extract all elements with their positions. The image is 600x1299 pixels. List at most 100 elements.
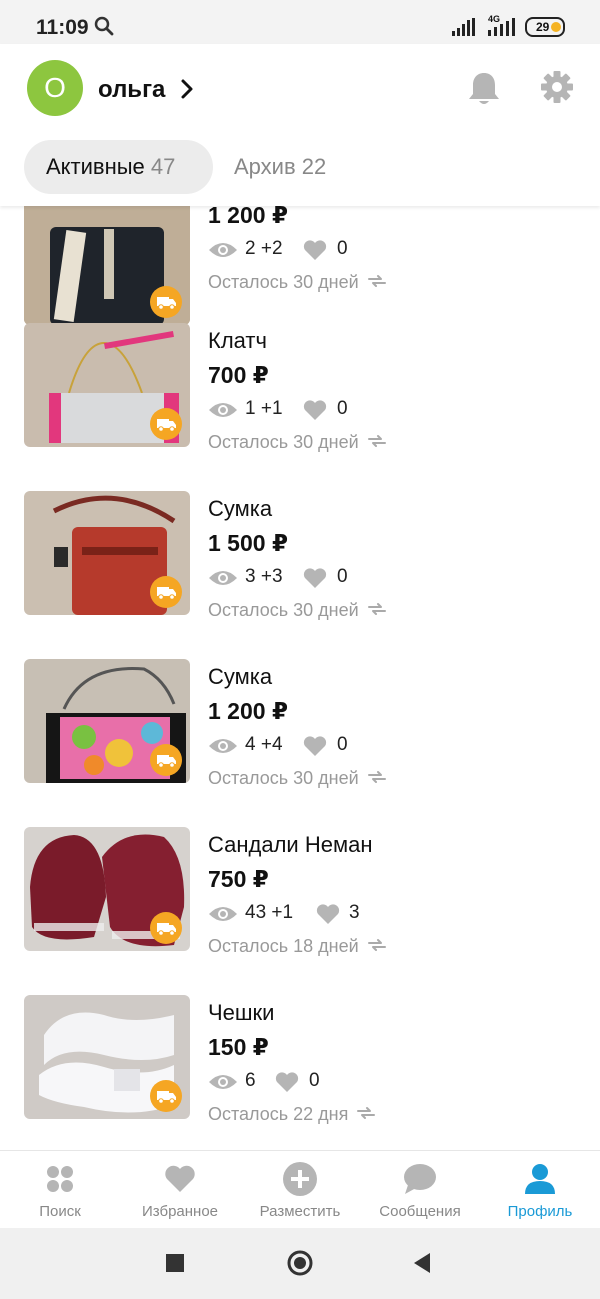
listing-expiry: Осталось 30 дней — [208, 272, 387, 293]
heart-icon — [303, 568, 327, 588]
delivery-icon — [150, 1080, 182, 1112]
views-count: 3 +3 — [245, 566, 283, 587]
avatar[interactable]: О — [27, 60, 83, 116]
listing-price: 700 ₽ — [208, 362, 269, 388]
list-item[interactable]: Сумка 1 200 ₽ 4 +4 0 Осталось 30 дней — [0, 652, 600, 820]
eye-icon — [209, 739, 237, 753]
heart-icon — [303, 400, 327, 420]
nav-profile-label: Профиль — [507, 1203, 573, 1220]
likes-count: 0 — [337, 238, 348, 259]
nav-messages[interactable]: Сообщения — [360, 1151, 480, 1229]
nav-favorites-label: Избранное — [141, 1203, 219, 1220]
heart-icon — [275, 1072, 299, 1092]
expiry-text: Осталось 30 дней — [208, 768, 359, 788]
heart-icon — [303, 736, 327, 756]
expiry-text: Осталось 22 дня — [208, 1104, 349, 1124]
renew-icon[interactable] — [367, 601, 387, 617]
tab-active-count: 47 — [150, 154, 176, 179]
heart-icon — [316, 904, 340, 924]
listing-title: Сумка — [208, 664, 273, 689]
renew-icon[interactable] — [367, 769, 387, 785]
plus-circle-icon — [283, 1162, 317, 1196]
gear-icon[interactable] — [540, 70, 574, 104]
status-bar: 11:09 4G 29 — [0, 0, 600, 44]
listing-title: Чешки — [208, 1000, 275, 1025]
listing-price: 1 500 ₽ — [208, 530, 288, 556]
expiry-text: Осталось 30 дней — [208, 432, 359, 452]
renew-icon[interactable] — [356, 1105, 376, 1121]
listing-expiry: Осталось 18 дней — [208, 936, 387, 957]
user-name[interactable]: ольга — [98, 76, 165, 104]
listing-price: 1 200 ₽ — [208, 206, 288, 228]
listing-expiry: Осталось 22 дня — [208, 1104, 376, 1125]
list-item[interactable]: Чешки 150 ₽ 6 0 Осталось 22 дня — [0, 988, 600, 1150]
likes-count: 3 — [349, 902, 360, 923]
nav-search-label: Поиск — [39, 1203, 81, 1220]
views-count: 43 +1 — [245, 902, 294, 923]
recents-icon[interactable] — [162, 1250, 188, 1276]
listing-expiry: Осталось 30 дней — [208, 432, 387, 453]
likes-count: 0 — [337, 566, 348, 587]
listing-expiry: Осталось 30 дней — [208, 768, 387, 789]
likes-count: 0 — [337, 398, 348, 419]
listing-expiry: Осталось 30 дней — [208, 600, 387, 621]
listing-price: 1 200 ₽ — [208, 698, 288, 724]
heart-icon — [303, 240, 327, 260]
tab-archive-label: Архив — [234, 154, 296, 179]
tab-archive[interactable]: Архив 22 — [234, 140, 326, 194]
tab-archive-count: 22 — [301, 154, 327, 179]
eye-icon — [209, 1075, 237, 1089]
bottom-navigation: Поиск Избранное Разместить Сообщения Про… — [0, 1150, 600, 1228]
views-count: 6 — [245, 1070, 256, 1091]
home-icon[interactable] — [287, 1250, 313, 1276]
signal-4g-icon — [488, 18, 515, 36]
views-count: 4 +4 — [245, 734, 283, 755]
search-dots-icon — [47, 1166, 73, 1192]
profile-header: О ольга Активные 47 Архив 22 — [0, 44, 600, 206]
status-time: 11:09 — [36, 16, 89, 39]
signal-icon — [452, 18, 475, 36]
delivery-icon — [150, 744, 182, 776]
nav-profile[interactable]: Профиль — [480, 1151, 600, 1229]
battery-level: 29 — [536, 20, 550, 34]
expiry-text: Осталось 30 дней — [208, 272, 359, 292]
battery-indicator: 29 — [525, 17, 565, 37]
eye-icon — [209, 243, 237, 257]
nav-search[interactable]: Поиск — [0, 1151, 120, 1229]
listing-price: 150 ₽ — [208, 1034, 269, 1060]
listing-title: Клатч — [208, 328, 267, 353]
list-item[interactable]: Клатч 700 ₽ 1 +1 0 Осталось 30 дней — [0, 316, 600, 484]
battery-saver-dot — [551, 22, 561, 32]
expiry-text: Осталось 18 дней — [208, 936, 359, 956]
back-icon[interactable] — [410, 1250, 436, 1276]
tab-active-label: Активные — [46, 154, 145, 179]
views-count: 2 +2 — [245, 238, 283, 259]
delivery-icon — [150, 576, 182, 608]
tab-active[interactable]: Активные 47 — [24, 140, 213, 194]
delivery-icon — [150, 286, 182, 318]
listing-title: Сумка — [208, 496, 273, 521]
nav-post-label: Разместить — [259, 1203, 341, 1220]
renew-icon[interactable] — [367, 433, 387, 449]
nav-post[interactable]: Разместить — [240, 1151, 360, 1229]
eye-icon — [209, 907, 237, 921]
renew-icon[interactable] — [367, 937, 387, 953]
nav-favorites[interactable]: Избранное — [120, 1151, 240, 1229]
expiry-text: Осталось 30 дней — [208, 600, 359, 620]
bell-icon[interactable] — [467, 70, 501, 106]
renew-icon[interactable] — [367, 273, 387, 289]
likes-count: 0 — [309, 1070, 320, 1091]
listings-list[interactable]: 1 200 ₽ 2 +2 0 Осталось 30 дней Клатч 70… — [0, 206, 600, 1150]
chevron-right-icon[interactable] — [180, 78, 194, 100]
views-count: 1 +1 — [245, 398, 283, 419]
system-navigation-bar — [0, 1228, 600, 1299]
profile-icon — [525, 1164, 555, 1194]
list-item[interactable]: 1 200 ₽ 2 +2 0 Осталось 30 дней — [0, 206, 600, 334]
eye-icon — [209, 571, 237, 585]
delivery-icon — [150, 408, 182, 440]
list-item[interactable]: Сандали Неман 750 ₽ 43 +1 3 Осталось 18 … — [0, 820, 600, 988]
list-item[interactable]: Сумка 1 500 ₽ 3 +3 0 Осталось 30 дней — [0, 484, 600, 652]
search-icon — [94, 16, 114, 36]
likes-count: 0 — [337, 734, 348, 755]
heart-icon — [165, 1165, 195, 1192]
